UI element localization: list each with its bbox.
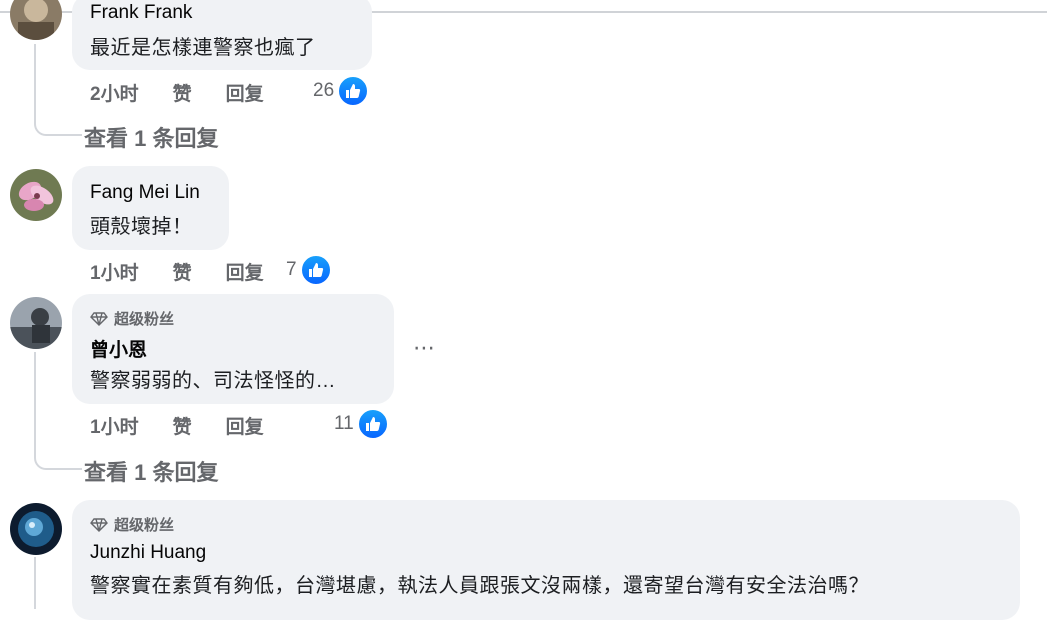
thumbs-up-icon [299,254,332,286]
more-options-icon[interactable]: ⋯ [413,335,436,361]
comment-timestamp[interactable]: 1小时 [90,258,139,285]
reply-button[interactable]: 回复 [226,412,264,439]
comment-actions: 2小时 赞 回复 [90,79,298,106]
commenter-name[interactable]: 曾小恩 [90,335,147,362]
reply-connector [34,450,82,470]
avatar-fang-mei-lin[interactable] [10,169,62,221]
commenter-name[interactable]: Fang Mei Lin [90,182,200,204]
like-count[interactable]: 11 [334,408,389,440]
reply-button[interactable]: 回复 [226,258,264,285]
like-count-number: 11 [334,413,354,434]
avatar-frank[interactable] [10,0,62,40]
top-fan-badge: 超级粉丝 [90,308,174,329]
thread-line [34,44,36,116]
badge-label: 超级粉丝 [114,517,175,534]
comment-text: 警察實在素質有夠低，台灣堪慮，執法人員跟張文沒兩樣，還寄望台灣有安全法治嗎？ [90,575,869,597]
view-replies-link[interactable]: 查看 1 条回复 [84,121,218,153]
comment-actions: 1小时 赞 回复 [90,258,298,285]
like-count-number: 26 [313,80,335,101]
thumbs-up-icon [356,408,389,440]
comment-text: 頭殼壞掉！ [90,216,193,238]
like-count[interactable]: 7 [286,254,332,286]
avatar-junzhi-huang[interactable] [10,503,62,555]
thumbs-up-icon [337,75,370,107]
view-replies-link[interactable]: 查看 1 条回复 [84,455,218,487]
commenter-name[interactable]: Frank Frank [90,2,192,24]
avatar-zeng-xiao-en[interactable] [10,297,62,349]
like-button[interactable]: 赞 [173,79,192,106]
like-button[interactable]: 赞 [173,258,192,285]
top-fan-badge: 超级粉丝 [90,514,174,535]
diamond-icon [90,517,108,532]
commenter-name[interactable]: Junzhi Huang [90,542,206,564]
comment-text: 警察弱弱的、司法怪怪的… [90,370,336,392]
diamond-icon [90,311,108,326]
thread-line [34,557,36,609]
comment-timestamp[interactable]: 1小时 [90,412,139,439]
comment-timestamp[interactable]: 2小时 [90,79,139,106]
badge-label: 超级粉丝 [114,311,175,328]
reply-button[interactable]: 回复 [226,79,264,106]
comment-actions: 1小时 赞 回复 [90,412,298,439]
like-count[interactable]: 26 [313,75,370,107]
comment-bubble: Frank Frank 最近是怎樣連警察也瘋了 [72,0,372,70]
comment-bubble: 超级粉丝 曾小恩 警察弱弱的、司法怪怪的… [72,294,394,404]
like-count-number: 7 [286,259,297,280]
reply-connector [34,116,82,136]
comment-bubble: 超级粉丝 Junzhi Huang 警察實在素質有夠低，台灣堪慮，執法人員跟張文… [72,500,1020,620]
thread-line [34,352,36,450]
comment-text: 最近是怎樣連警察也瘋了 [90,37,316,59]
comment-bubble: Fang Mei Lin 頭殼壞掉！ [72,166,229,250]
like-button[interactable]: 赞 [173,412,192,439]
